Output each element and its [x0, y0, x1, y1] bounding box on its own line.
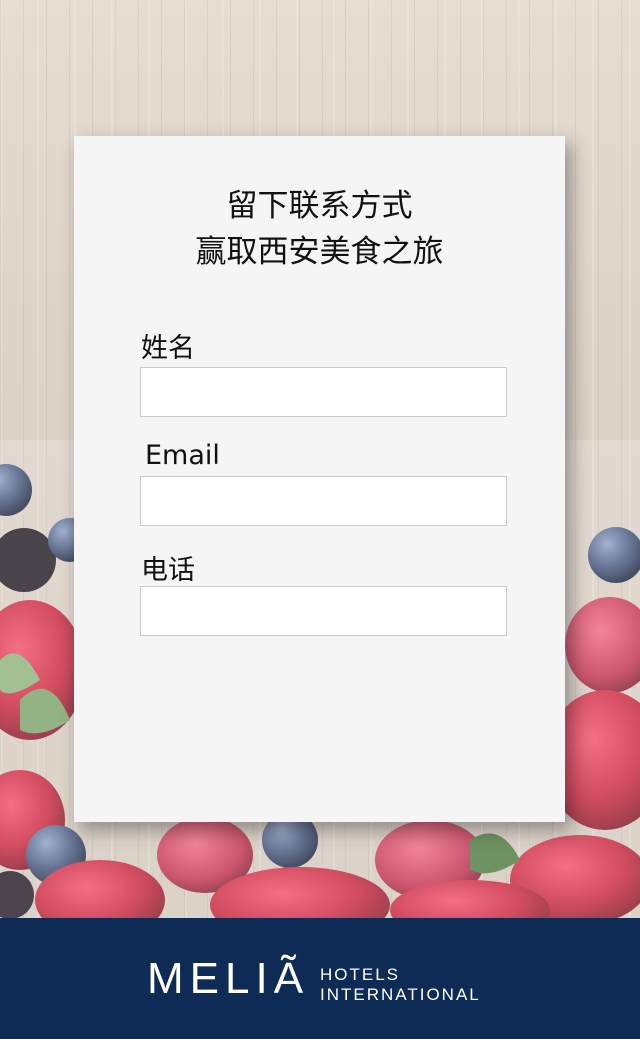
phone-input[interactable]: [141, 587, 506, 635]
name-field-box: [140, 367, 507, 417]
contact-form-card: 留下联系方式 赢取西安美食之旅 姓名 Email 电话: [74, 136, 565, 822]
phone-label: 电话: [141, 555, 195, 586]
name-label: 姓名: [141, 333, 195, 364]
form-title-line2: 赢取西安美食之旅: [195, 234, 444, 270]
footer-bar: MELIÃ HOTELS INTERNATIONAL: [0, 918, 640, 1039]
email-input[interactable]: [141, 477, 506, 525]
logo-subtitle-line1: HOTELS: [320, 965, 401, 984]
logo-subtitle-line2: INTERNATIONAL: [320, 985, 481, 1004]
name-input[interactable]: [141, 368, 506, 416]
melia-logo: MELIÃ: [147, 954, 310, 1003]
phone-field-box: [140, 586, 507, 636]
email-label: Email: [145, 440, 220, 471]
form-title-line1: 留下联系方式: [226, 188, 413, 224]
email-field-box: [140, 476, 507, 526]
